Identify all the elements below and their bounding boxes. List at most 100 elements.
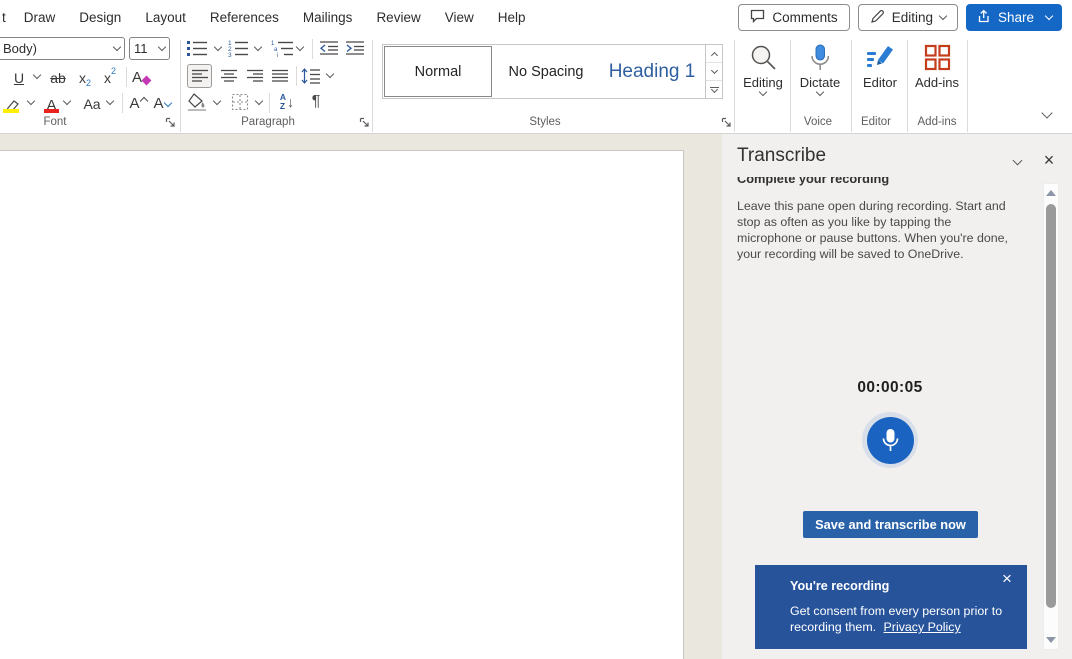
tab-references[interactable]: References bbox=[198, 0, 291, 35]
scrollbar-up-arrow[interactable] bbox=[1046, 190, 1056, 196]
shading-button[interactable] bbox=[186, 91, 208, 113]
highlight-dropdown-icon[interactable] bbox=[27, 97, 35, 105]
styles-scroll-down-button[interactable] bbox=[706, 63, 722, 81]
addins-button[interactable]: Add-ins bbox=[910, 40, 964, 114]
align-right-button[interactable] bbox=[244, 65, 266, 87]
increase-indent-button[interactable] bbox=[345, 39, 365, 57]
styles-more-button[interactable] bbox=[706, 81, 722, 98]
ribbon: Body) 11 U ab x2 x2 A A Aa A A Font bbox=[0, 35, 1072, 134]
style-normal[interactable]: Normal bbox=[384, 46, 492, 97]
document-page[interactable] bbox=[0, 150, 684, 659]
styles-scroll-up-button[interactable] bbox=[706, 45, 722, 63]
pane-title: Transcribe bbox=[737, 145, 826, 167]
multilevel-dropdown-icon[interactable] bbox=[296, 43, 304, 51]
show-marks-button[interactable]: ¶ bbox=[306, 90, 326, 114]
underline-button[interactable]: U bbox=[10, 66, 28, 86]
addins-group-label: Add-ins bbox=[901, 116, 973, 128]
line-spacing-button[interactable] bbox=[300, 65, 322, 87]
borders-button[interactable] bbox=[229, 91, 251, 113]
font-name-value: Body) bbox=[3, 41, 37, 56]
numbering-dropdown-icon[interactable] bbox=[254, 43, 262, 51]
sort-z: Z bbox=[280, 102, 286, 111]
shading-dropdown-icon[interactable] bbox=[213, 97, 221, 105]
share-button[interactable]: Share bbox=[966, 4, 1062, 31]
menu-bar: t Draw Design Layout References Mailings… bbox=[0, 0, 538, 35]
font-size-combo[interactable]: 11 bbox=[129, 37, 170, 60]
line-spacing-dropdown-icon[interactable] bbox=[326, 70, 334, 78]
styles-group-label: Styles bbox=[505, 116, 585, 128]
style-heading-1[interactable]: Heading 1 bbox=[599, 45, 705, 98]
collapse-ribbon-button[interactable] bbox=[1036, 105, 1058, 123]
pencil-icon bbox=[870, 9, 885, 27]
subscript-button[interactable]: x2 bbox=[76, 66, 94, 86]
tab-layout[interactable]: Layout bbox=[133, 0, 198, 35]
tab-design[interactable]: Design bbox=[67, 0, 133, 35]
styles-gallery: Normal No Spacing Heading 1 bbox=[382, 44, 706, 99]
superscript-button[interactable]: x2 bbox=[101, 66, 119, 86]
editing-ribbon-button[interactable]: Editing bbox=[736, 40, 790, 114]
dictate-button[interactable]: Dictate bbox=[793, 40, 847, 114]
shrink-caret-icon bbox=[163, 99, 171, 107]
banner-close-button[interactable]: × bbox=[997, 569, 1017, 589]
bullets-dropdown-icon[interactable] bbox=[214, 43, 222, 51]
grow-caret-icon bbox=[139, 97, 147, 105]
tab-insert-partial[interactable]: t bbox=[0, 0, 12, 35]
underline-dropdown-icon[interactable] bbox=[33, 71, 41, 79]
highlight-color-button[interactable] bbox=[2, 90, 22, 114]
privacy-policy-link[interactable]: Privacy Policy bbox=[884, 620, 961, 634]
microphone-pause-button[interactable] bbox=[862, 412, 918, 468]
scrollbar-thumb[interactable] bbox=[1046, 204, 1056, 608]
addins-label: Add-ins bbox=[915, 75, 959, 90]
grow-font-a: A bbox=[129, 95, 139, 112]
bullets-button[interactable] bbox=[186, 38, 208, 58]
font-color-dropdown-icon[interactable] bbox=[63, 97, 71, 105]
comments-label: Comments bbox=[772, 10, 837, 25]
tab-draw[interactable]: Draw bbox=[12, 0, 68, 35]
editor-button[interactable]: Editor bbox=[853, 40, 907, 114]
font-group-label: Font bbox=[20, 116, 90, 128]
pane-close-button[interactable]: × bbox=[1038, 149, 1060, 171]
microphone-icon bbox=[808, 44, 832, 71]
paragraph-group-label: Paragraph bbox=[228, 116, 308, 128]
align-center-button[interactable] bbox=[218, 65, 240, 87]
font-color-button[interactable]: A bbox=[42, 90, 61, 114]
change-case-button[interactable]: Aa bbox=[80, 92, 104, 112]
tab-review[interactable]: Review bbox=[364, 0, 432, 35]
sort-button[interactable]: A Z ↓ bbox=[274, 90, 300, 114]
tab-mailings[interactable]: Mailings bbox=[291, 0, 365, 35]
clear-formatting-button[interactable]: A bbox=[131, 65, 151, 86]
chevron-down-icon bbox=[1045, 12, 1053, 20]
pane-scrollbar[interactable] bbox=[1043, 183, 1059, 650]
shrink-font-a: A bbox=[153, 95, 163, 112]
grow-font-button[interactable]: A bbox=[128, 91, 148, 112]
strikethrough-button[interactable]: ab bbox=[47, 66, 69, 86]
recording-section-heading: Complete your recording bbox=[737, 177, 1029, 186]
editor-label: Editor bbox=[863, 75, 897, 90]
style-no-spacing[interactable]: No Spacing bbox=[493, 45, 599, 98]
paragraph-dialog-launcher[interactable] bbox=[358, 116, 371, 129]
superscript-x: x bbox=[104, 70, 111, 86]
addins-grid-icon bbox=[924, 44, 951, 71]
multilevel-list-button[interactable]: 1ai bbox=[270, 38, 294, 58]
superscript-2: 2 bbox=[111, 66, 116, 76]
align-left-button[interactable] bbox=[187, 64, 212, 88]
highlight-color-swatch bbox=[3, 109, 19, 113]
scrollbar-down-arrow[interactable] bbox=[1046, 637, 1056, 643]
tab-help[interactable]: Help bbox=[486, 0, 538, 35]
svg-text:3: 3 bbox=[228, 52, 232, 57]
styles-dialog-launcher[interactable] bbox=[720, 116, 733, 129]
shrink-font-button[interactable]: A bbox=[152, 91, 172, 112]
font-name-combo[interactable]: Body) bbox=[0, 37, 125, 60]
pane-collapse-button[interactable] bbox=[1006, 151, 1028, 173]
numbering-button[interactable]: 123 bbox=[227, 38, 249, 58]
borders-dropdown-icon[interactable] bbox=[255, 97, 263, 105]
justify-button[interactable] bbox=[269, 65, 291, 87]
tab-view[interactable]: View bbox=[433, 0, 486, 35]
change-case-dropdown-icon[interactable] bbox=[106, 97, 114, 105]
font-dialog-launcher[interactable] bbox=[164, 116, 177, 129]
recording-instructions: Leave this pane open during recording. S… bbox=[737, 198, 1019, 262]
save-and-transcribe-button[interactable]: Save and transcribe now bbox=[803, 511, 978, 538]
editing-mode-button[interactable]: Editing bbox=[858, 4, 958, 31]
comments-button[interactable]: Comments bbox=[738, 4, 849, 31]
decrease-indent-button[interactable] bbox=[319, 39, 339, 57]
